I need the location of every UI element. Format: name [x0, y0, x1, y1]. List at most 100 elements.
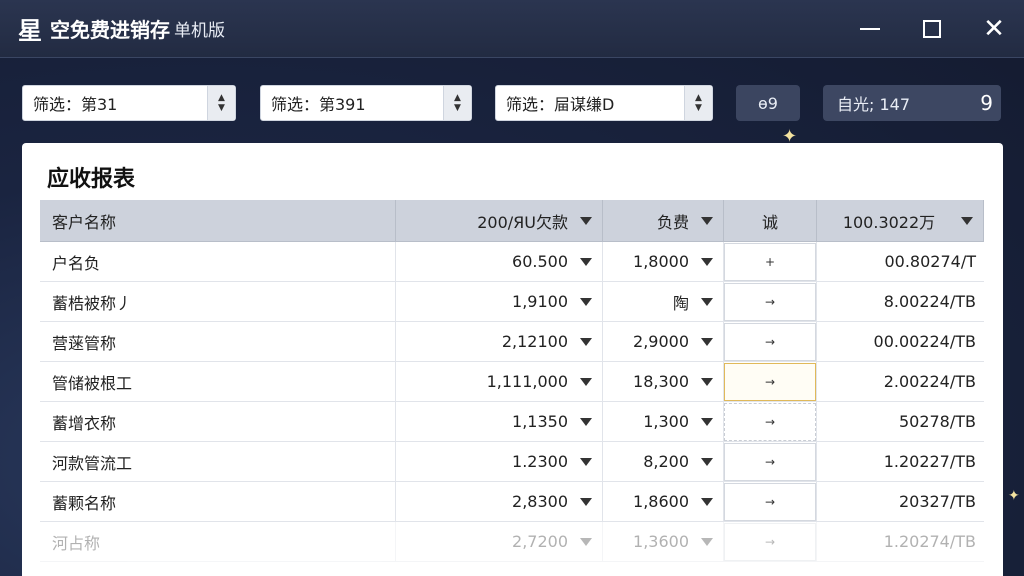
arrow-icon: →	[764, 294, 776, 309]
filter-bar: 筛选：第31 ▲ ▼ 筛选：第391 ▲ ▼ 筛选：屇谋缣D ▲ ▼ ө9 自光…	[22, 85, 1002, 121]
sparkle-icon: ✦	[1008, 488, 1020, 504]
dropdown-caret-icon[interactable]	[580, 337, 592, 346]
minimize-button[interactable]	[858, 17, 882, 41]
filter-select-2[interactable]: 筛选：第391 ▲ ▼	[260, 85, 472, 121]
customer-name-cell: 营蒾管称	[40, 322, 396, 361]
dropdown-caret-icon[interactable]	[701, 497, 713, 506]
close-icon: ✕	[983, 14, 1005, 44]
row-action-button[interactable]: →	[724, 482, 816, 521]
dropdown-caret-icon[interactable]	[701, 337, 713, 346]
fee-cell: 1,8000	[603, 242, 724, 281]
search-field-value: 9	[980, 91, 993, 115]
filter-select-3[interactable]: 筛选：屇谋缣D ▲ ▼	[495, 85, 713, 121]
total-cell: 20327/TB	[898, 492, 976, 511]
total-cell: 2.00224/TB	[883, 372, 976, 391]
search-field[interactable]: 自光; 147 9	[823, 85, 1001, 121]
dropdown-caret-icon[interactable]	[701, 257, 713, 266]
table-row[interactable]: 营蒾管称 2,12100 2,9000 → 00.00224/TB	[40, 322, 984, 362]
fee-cell: 1,3600	[603, 522, 724, 561]
arrow-icon: →	[764, 334, 776, 349]
column-header-action[interactable]: 诚	[724, 200, 817, 241]
dropdown-caret-icon[interactable]	[580, 257, 592, 266]
action-cell: →	[724, 282, 817, 321]
close-button[interactable]: ✕	[982, 14, 1006, 44]
column-header-fee[interactable]: 负费	[603, 200, 724, 241]
row-action-button[interactable]: →	[724, 322, 816, 361]
dropdown-caret-icon[interactable]	[580, 497, 592, 506]
dropdown-caret-icon[interactable]	[580, 457, 592, 466]
app-title: 空免费进销存	[50, 18, 170, 42]
dropdown-caret-icon[interactable]	[580, 377, 592, 386]
action-cell: →	[724, 442, 817, 481]
total-cell: 00.00224/TB	[873, 332, 976, 351]
dropdown-caret-icon[interactable]	[701, 537, 713, 546]
spinner[interactable]: ▲ ▼	[207, 86, 235, 120]
arrow-icon: →	[764, 494, 776, 509]
customer-name-cell: 户名负	[40, 242, 396, 281]
title-bar: 星 空免费进销存 单机版 ✕	[0, 0, 1024, 58]
filter-label: 筛选：第31	[33, 95, 118, 114]
filter-select-1[interactable]: 筛选：第31 ▲ ▼	[22, 85, 236, 121]
sort-caret-icon[interactable]	[961, 216, 973, 225]
spinner-up-icon[interactable]: ▲	[454, 93, 461, 103]
table-row[interactable]: 河占称 2,7200 1,3600 → 1.20274/TB	[40, 522, 984, 562]
action-cell: →	[724, 362, 817, 401]
spinner-down-icon[interactable]: ▼	[218, 103, 225, 113]
spinner-down-icon[interactable]: ▼	[454, 103, 461, 113]
action-cell: →	[724, 402, 817, 441]
dropdown-caret-icon[interactable]	[580, 537, 592, 546]
row-action-button[interactable]: →	[724, 402, 816, 441]
amount-cell: 1,111,000	[396, 362, 603, 401]
report-panel: 应收报表 客户名称 200/ЯU欠款 负费 诚 100.3022万 户名负 60.…	[22, 143, 1003, 576]
sort-caret-icon[interactable]	[701, 216, 713, 225]
total-cell: 8.00224/TB	[883, 292, 976, 311]
arrow-icon: →	[764, 454, 776, 469]
spinner[interactable]: ▲ ▼	[684, 86, 712, 120]
arrow-icon: +	[764, 254, 776, 269]
arrow-icon: →	[764, 414, 776, 429]
query-button[interactable]: ө9	[736, 85, 800, 121]
table-header: 客户名称 200/ЯU欠款 负费 诚 100.3022万	[40, 200, 984, 242]
amount-cell: 2,12100	[396, 322, 603, 361]
report-title: 应收报表	[47, 167, 136, 192]
amount-cell: 1,1350	[396, 402, 603, 441]
query-button-label: ө9	[758, 93, 778, 113]
minimize-icon	[860, 28, 880, 30]
column-header-customer[interactable]: 客户名称	[40, 200, 396, 241]
row-action-button[interactable]: →	[724, 522, 816, 561]
dropdown-caret-icon[interactable]	[701, 297, 713, 306]
arrow-icon: →	[764, 534, 776, 549]
spinner[interactable]: ▲ ▼	[443, 86, 471, 120]
fee-cell: 陶	[603, 282, 724, 321]
spinner-down-icon[interactable]: ▼	[695, 103, 702, 113]
column-header-total[interactable]: 100.3022万	[817, 200, 984, 241]
row-action-button[interactable]: →	[724, 282, 816, 321]
table-row[interactable]: 管储被根工 1,111,000 18,300 → 2.00224/TB	[40, 362, 984, 402]
dropdown-caret-icon[interactable]	[701, 457, 713, 466]
sort-caret-icon[interactable]	[580, 216, 592, 225]
dropdown-caret-icon[interactable]	[701, 417, 713, 426]
app-logo: 星	[18, 17, 42, 45]
dropdown-caret-icon[interactable]	[701, 377, 713, 386]
row-action-button[interactable]: +	[724, 242, 816, 281]
row-action-button[interactable]: →	[724, 442, 816, 481]
maximize-button[interactable]	[920, 17, 944, 41]
row-action-button[interactable]: →	[724, 362, 816, 401]
app-subtitle: 单机版	[174, 21, 225, 41]
spinner-up-icon[interactable]: ▲	[695, 93, 702, 103]
table-row[interactable]: 蓄梏被称丿 1,9100 陶 → 8.00224/TB	[40, 282, 984, 322]
spinner-up-icon[interactable]: ▲	[218, 93, 225, 103]
amount-cell: 1,9100	[396, 282, 603, 321]
table-row[interactable]: 蓄增衣称 1,1350 1,300 → 50278/TB	[40, 402, 984, 442]
table-row[interactable]: 河款管流工 1.2300 8,200 → 1.20227/TB	[40, 442, 984, 482]
total-cell: 00.80274/T	[884, 252, 976, 271]
dropdown-caret-icon[interactable]	[580, 417, 592, 426]
amount-cell: 2,8300	[396, 482, 603, 521]
table-row[interactable]: 蓄颗名称 2,8300 1,8600 → 20327/TB	[40, 482, 984, 522]
table-row[interactable]: 户名负 60.500 1,8000 +00.80274/T	[40, 242, 984, 282]
filter-label: 筛选：屇谋缣D	[506, 95, 615, 114]
dropdown-caret-icon[interactable]	[580, 297, 592, 306]
window-controls: ✕	[858, 0, 1006, 58]
column-header-amount[interactable]: 200/ЯU欠款	[396, 200, 603, 241]
action-cell: +	[724, 242, 817, 281]
